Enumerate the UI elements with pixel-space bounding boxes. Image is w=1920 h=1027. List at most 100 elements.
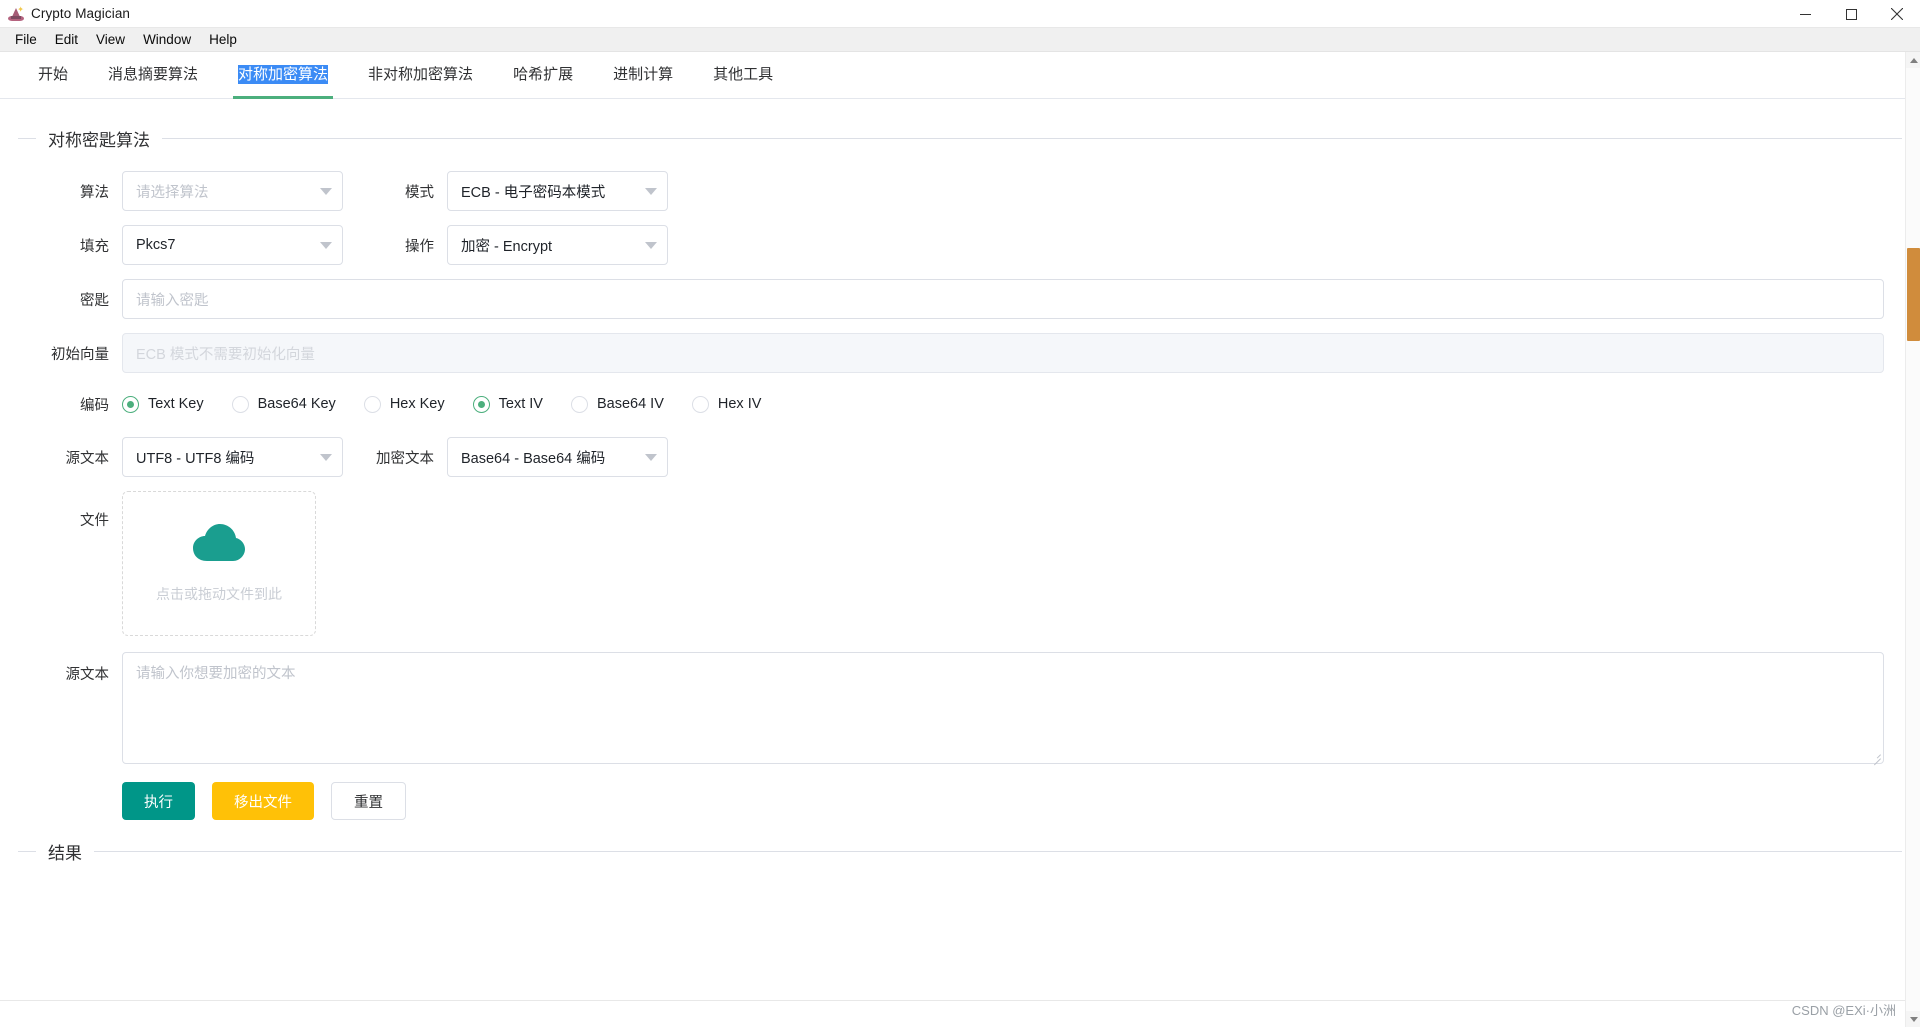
- tab-label: 消息摘要算法: [108, 66, 199, 83]
- chevron-down-icon: [320, 187, 332, 195]
- file-dropzone-hint: 点击或拖动文件到此: [156, 586, 282, 602]
- scroll-down-button[interactable]: [1906, 1011, 1920, 1027]
- radio-label: Hex Key: [389, 396, 445, 412]
- radio-icon: [363, 395, 381, 413]
- tab-symmetric-encryption[interactable]: 对称加密算法: [218, 52, 348, 99]
- tab-label: 非对称加密算法: [368, 66, 474, 83]
- symmetric-form: 算法 请选择算法 模式 ECB - 电子密码本模式 填充 Pkcs7 操作 加密…: [18, 153, 1902, 820]
- row-source-text: 源文本 请输入你想要加密的文本: [18, 652, 1902, 764]
- legend-line: [162, 137, 1902, 139]
- row-algorithm-mode: 算法 请选择算法 模式 ECB - 电子密码本模式: [18, 171, 1902, 211]
- row-padding-operation: 填充 Pkcs7 操作 加密 - Encrypt: [18, 225, 1902, 265]
- mode-select[interactable]: ECB - 电子密码本模式: [447, 171, 668, 211]
- execute-button[interactable]: 执行: [122, 782, 195, 820]
- vertical-scrollbar[interactable]: [1905, 52, 1920, 1027]
- result-legend-label: 结果: [48, 843, 82, 863]
- wizard-hat-icon: ✦: [8, 5, 24, 22]
- row-file-upload: 文件 点击或拖动文件到此: [18, 491, 1902, 636]
- menu-item-edit[interactable]: Edit: [46, 29, 87, 51]
- row-encoding: 编码 Text Key Base64 Key Hex Key Text IV B…: [18, 387, 1902, 421]
- menu-item-view[interactable]: View: [87, 29, 134, 51]
- chevron-up-icon: [1909, 57, 1918, 63]
- close-button[interactable]: [1874, 0, 1920, 28]
- radio-label: Hex IV: [717, 396, 762, 412]
- legend-line: [94, 850, 1902, 852]
- page-content: 开始 消息摘要算法 对称加密算法 非对称加密算法 哈希扩展 进制计算 其他工具 …: [0, 52, 1920, 1027]
- source-text-placeholder: 请输入你想要加密的文本: [136, 666, 296, 682]
- tab-label: 其他工具: [713, 66, 774, 83]
- radio-icon: [570, 395, 588, 413]
- tab-label: 哈希扩展: [513, 66, 574, 83]
- scrollbar-thumb[interactable]: [1907, 248, 1920, 341]
- chevron-down-icon: [645, 453, 657, 461]
- chevron-down-icon: [645, 241, 657, 249]
- cipher-encoding-select[interactable]: Base64 - Base64 编码: [447, 437, 668, 477]
- result-legend: 结果: [18, 836, 1902, 866]
- radio-label: Text Key: [148, 396, 204, 412]
- radio-base64-key[interactable]: Base64 Key: [231, 395, 336, 413]
- legend-dash: [18, 137, 36, 139]
- scroll-up-button[interactable]: [1906, 52, 1920, 68]
- radio-label: Base64 Key: [257, 396, 336, 412]
- algorithm-select[interactable]: 请选择算法: [122, 171, 343, 211]
- source-text-label: 源文本: [65, 667, 110, 683]
- radio-hex-key[interactable]: Hex Key: [363, 395, 445, 413]
- padding-label: 填充: [80, 238, 109, 255]
- chevron-down-icon: [645, 187, 657, 195]
- source-encoding-select[interactable]: UTF8 - UTF8 编码: [122, 437, 343, 477]
- chevron-down-icon: [320, 453, 332, 461]
- window-controls: [1782, 0, 1920, 28]
- minimize-button[interactable]: [1782, 0, 1828, 28]
- row-iv: 初始向量 ECB 模式不需要初始化向量: [18, 333, 1902, 373]
- result-group: 结果: [18, 836, 1902, 866]
- encoding-label: 编码: [80, 397, 109, 414]
- key-input[interactable]: 请输入密匙: [122, 279, 1884, 319]
- tab-other-tools[interactable]: 其他工具: [693, 52, 793, 98]
- tab-base-conversion[interactable]: 进制计算: [593, 52, 693, 98]
- padding-select[interactable]: Pkcs7: [122, 225, 343, 265]
- radio-icon: [691, 395, 709, 413]
- menu-item-window[interactable]: Window: [134, 29, 200, 51]
- maximize-button[interactable]: [1828, 0, 1874, 28]
- radio-icon: [231, 395, 249, 413]
- resize-handle[interactable]: [1871, 751, 1881, 761]
- source-encoding-value: UTF8 - UTF8 编码: [136, 450, 255, 467]
- symmetric-algorithm-group: 对称密匙算法 算法 请选择算法 模式 ECB - 电子密码本模式 填充 Pkcs…: [18, 123, 1902, 820]
- radio-base64-iv[interactable]: Base64 IV: [570, 395, 664, 413]
- file-dropzone[interactable]: 点击或拖动文件到此: [122, 491, 316, 636]
- menu-item-help[interactable]: Help: [200, 29, 246, 51]
- radio-label: Base64 IV: [596, 396, 664, 412]
- iv-input[interactable]: ECB 模式不需要初始化向量: [122, 333, 1884, 373]
- group-legend-label: 对称密匙算法: [48, 130, 150, 150]
- tab-hash-extension[interactable]: 哈希扩展: [493, 52, 593, 98]
- bottom-divider: [0, 1000, 1905, 1001]
- radio-hex-iv[interactable]: Hex IV: [691, 395, 762, 413]
- tab-label: 开始: [38, 66, 69, 83]
- key-label: 密匙: [80, 292, 109, 309]
- source-text-textarea[interactable]: 请输入你想要加密的文本: [122, 652, 1884, 764]
- operation-select[interactable]: 加密 - Encrypt: [447, 225, 668, 265]
- reset-button[interactable]: 重置: [331, 782, 406, 820]
- radio-text-iv[interactable]: Text IV: [472, 395, 543, 413]
- radio-text-key[interactable]: Text Key: [122, 395, 204, 413]
- tab-label: 进制计算: [613, 66, 674, 83]
- iv-label: 初始向量: [51, 346, 109, 363]
- radio-icon: [472, 395, 490, 413]
- remove-file-button[interactable]: 移出文件: [212, 782, 314, 820]
- cipher-encoding-label: 加密文本: [376, 450, 434, 467]
- menu-item-file[interactable]: File: [6, 29, 46, 51]
- algorithm-value: 请选择算法: [136, 184, 209, 201]
- radio-label: Text IV: [498, 396, 543, 412]
- tab-asymmetric-encryption[interactable]: 非对称加密算法: [348, 52, 493, 98]
- tab-digest-algorithms[interactable]: 消息摘要算法: [88, 52, 218, 98]
- title-bar: ✦ Crypto Magician: [0, 0, 1920, 28]
- tab-start[interactable]: 开始: [18, 52, 88, 98]
- cipher-encoding-value: Base64 - Base64 编码: [461, 450, 606, 467]
- chevron-down-icon: [320, 241, 332, 249]
- chevron-down-icon: [1909, 1016, 1918, 1022]
- padding-value: Pkcs7: [136, 237, 176, 253]
- window-title: Crypto Magician: [31, 6, 131, 21]
- group-legend: 对称密匙算法: [18, 123, 1902, 153]
- operation-label: 操作: [405, 238, 434, 255]
- tab-label: 对称加密算法: [238, 65, 329, 84]
